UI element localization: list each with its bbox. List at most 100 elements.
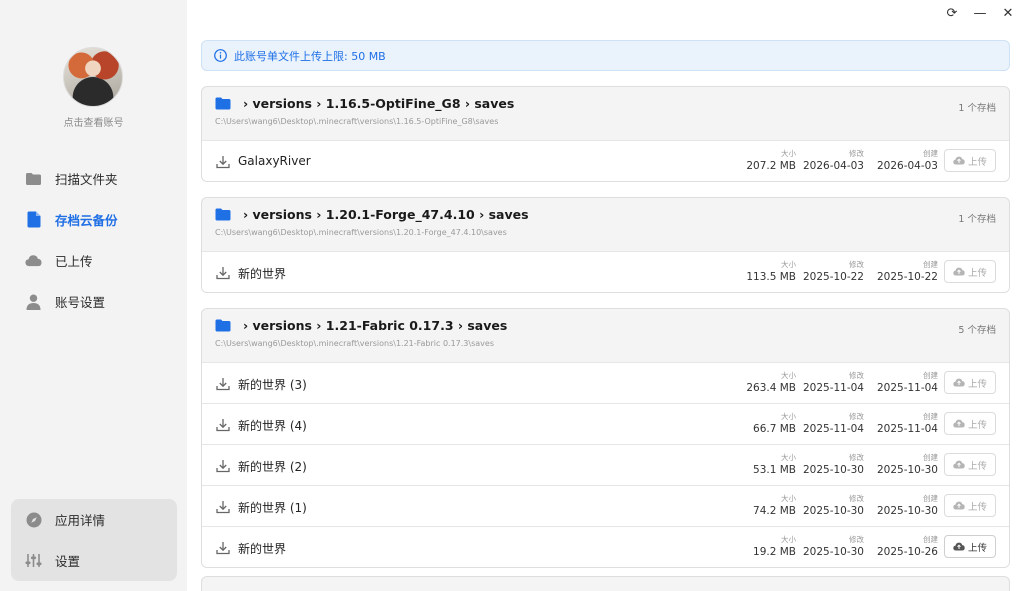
group-save-count: 1 个存档 bbox=[958, 214, 996, 225]
sidebar-item-label: 扫描文件夹 bbox=[55, 172, 118, 187]
modified-label: 修改 bbox=[849, 535, 864, 544]
sidebar-item-label: 应用详情 bbox=[55, 513, 106, 528]
save-groups: › versions › 1.16.5-OptiFine_G8 › saves C… bbox=[201, 86, 1010, 568]
account-caption[interactable]: 点击查看账号 bbox=[0, 114, 187, 129]
download-icon[interactable] bbox=[216, 458, 230, 473]
download-icon[interactable] bbox=[216, 154, 230, 169]
close-icon[interactable]: ✕ bbox=[1000, 5, 1016, 21]
group-path-title[interactable]: › versions › 1.21-Fabric 0.17.3 › saves bbox=[215, 318, 997, 333]
modified-label: 修改 bbox=[849, 412, 864, 421]
cloud-upload-icon bbox=[953, 419, 965, 428]
upload-label: 上传 bbox=[967, 460, 987, 472]
download-icon[interactable] bbox=[216, 499, 230, 514]
size-label: 大小 bbox=[781, 535, 796, 544]
save-group-partial bbox=[201, 576, 1010, 591]
sidebar-item-settings[interactable]: 设置 bbox=[11, 540, 177, 581]
sidebar-item-label: 账号设置 bbox=[55, 295, 106, 310]
refresh-icon[interactable]: ⟳ bbox=[944, 5, 960, 21]
created-value: 2025-11-04 bbox=[876, 423, 938, 435]
size-label: 大小 bbox=[781, 412, 796, 421]
folder-icon bbox=[25, 170, 42, 187]
save-group: › versions › 1.16.5-OptiFine_G8 › saves C… bbox=[201, 86, 1010, 182]
download-icon[interactable] bbox=[216, 417, 230, 432]
modified-meta: 修改 2025-11-04 bbox=[803, 411, 864, 436]
size-meta: 大小 19.2 MB bbox=[753, 534, 796, 559]
download-icon[interactable] bbox=[216, 265, 230, 280]
sidebar-item-label: 存档云备份 bbox=[55, 213, 118, 228]
upload-button[interactable]: 上传 bbox=[944, 453, 996, 476]
created-value: 2025-11-04 bbox=[876, 382, 938, 394]
size-meta: 大小 66.7 MB bbox=[753, 411, 796, 436]
upload-button[interactable]: 上传 bbox=[944, 371, 996, 394]
size-value: 113.5 MB bbox=[746, 271, 796, 283]
upload-label: 上传 bbox=[967, 267, 987, 279]
modified-meta: 修改 2026-04-03 bbox=[803, 148, 864, 173]
group-path-subtitle: C:\Users\wang6\Desktop\.minecraft\versio… bbox=[215, 117, 499, 126]
save-name: GalaxyRiver bbox=[238, 154, 311, 168]
sidebar-item-cloud-backup[interactable]: 存档云备份 bbox=[0, 199, 187, 240]
group-path-title[interactable]: › versions › 1.16.5-OptiFine_G8 › saves bbox=[215, 96, 997, 111]
modified-label: 修改 bbox=[849, 260, 864, 269]
created-label: 创建 bbox=[923, 149, 938, 158]
created-meta: 创建 2025-10-30 bbox=[877, 452, 938, 477]
download-icon[interactable] bbox=[216, 376, 230, 391]
size-value: 66.7 MB bbox=[753, 423, 796, 435]
upload-button[interactable]: 上传 bbox=[944, 149, 996, 172]
file-icon bbox=[25, 211, 42, 228]
save-name: 新的世界 (1) bbox=[238, 501, 307, 515]
modified-label: 修改 bbox=[849, 494, 864, 503]
upload-button[interactable]: 上传 bbox=[944, 412, 996, 435]
modified-value: 2025-10-22 bbox=[802, 271, 864, 283]
window-controls: ⟳ — ✕ bbox=[944, 5, 1016, 21]
modified-value: 2026-04-03 bbox=[802, 160, 864, 172]
sidebar-bottom-panel: 应用详情 设置 bbox=[11, 499, 177, 581]
avatar[interactable] bbox=[63, 47, 123, 107]
save-name: 新的世界 (3) bbox=[238, 378, 307, 392]
group-title-text: › versions › 1.21-Fabric 0.17.3 › saves bbox=[243, 318, 508, 333]
modified-meta: 修改 2025-10-30 bbox=[803, 452, 864, 477]
created-value: 2025-10-22 bbox=[876, 271, 938, 283]
cloud-icon bbox=[25, 252, 42, 269]
created-meta: 创建 2025-10-30 bbox=[877, 493, 938, 518]
sidebar-item-account-settings[interactable]: 账号设置 bbox=[0, 281, 187, 322]
created-value: 2026-04-03 bbox=[876, 160, 938, 172]
group-save-count: 5 个存档 bbox=[958, 325, 996, 336]
size-value: 74.2 MB bbox=[753, 505, 796, 517]
created-label: 创建 bbox=[923, 494, 938, 503]
created-label: 创建 bbox=[923, 260, 938, 269]
size-meta: 大小 53.1 MB bbox=[753, 452, 796, 477]
sidebar-item-app-details[interactable]: 应用详情 bbox=[11, 499, 177, 540]
upload-button[interactable]: 上传 bbox=[944, 535, 996, 558]
modified-meta: 修改 2025-10-22 bbox=[803, 259, 864, 284]
modified-meta: 修改 2025-10-30 bbox=[803, 493, 864, 518]
sidebar-item-label: 设置 bbox=[55, 554, 81, 569]
save-row: 新的世界 (1) 大小 74.2 MB 修改 2025-10-30 创建 2025-10-3… bbox=[202, 485, 1009, 526]
minimize-icon[interactable]: — bbox=[972, 5, 988, 21]
sidebar-item-uploaded[interactable]: 已上传 bbox=[0, 240, 187, 281]
notice-text: 此账号单文件上传上限: 50 MB bbox=[234, 49, 386, 63]
upload-label: 上传 bbox=[967, 156, 987, 168]
folder-icon bbox=[215, 319, 231, 332]
group-path-title[interactable]: › versions › 1.20.1-Forge_47.4.10 › save… bbox=[215, 207, 997, 222]
modified-label: 修改 bbox=[849, 149, 864, 158]
sidebar-item-scan-folder[interactable]: 扫描文件夹 bbox=[0, 158, 187, 199]
modified-value: 2025-11-04 bbox=[802, 423, 864, 435]
created-label: 创建 bbox=[923, 535, 938, 544]
created-label: 创建 bbox=[923, 453, 938, 462]
save-group: › versions › 1.20.1-Forge_47.4.10 › save… bbox=[201, 197, 1010, 293]
created-label: 创建 bbox=[923, 412, 938, 421]
sidebar-nav: 扫描文件夹 存档云备份 已上传 账号设置 bbox=[0, 158, 187, 322]
save-row: 新的世界 大小 113.5 MB 修改 2025-10-22 创建 2025-10-22 上传 bbox=[202, 251, 1009, 292]
download-icon[interactable] bbox=[216, 540, 230, 555]
modified-value: 2025-10-30 bbox=[802, 464, 864, 476]
sidebar-item-label: 已上传 bbox=[55, 254, 93, 269]
modified-label: 修改 bbox=[849, 371, 864, 380]
save-row: 新的世界 (3) 大小 263.4 MB 修改 2025-11-04 创建 2025-11-… bbox=[202, 362, 1009, 403]
size-meta: 大小 74.2 MB bbox=[753, 493, 796, 518]
upload-button[interactable]: 上传 bbox=[944, 260, 996, 283]
upload-button[interactable]: 上传 bbox=[944, 494, 996, 517]
size-value: 53.1 MB bbox=[753, 464, 796, 476]
save-row: 新的世界 (2) 大小 53.1 MB 修改 2025-10-30 创建 2025-10-3… bbox=[202, 444, 1009, 485]
created-label: 创建 bbox=[923, 371, 938, 380]
save-group-header: › versions › 1.20.1-Forge_47.4.10 › save… bbox=[202, 198, 1009, 251]
